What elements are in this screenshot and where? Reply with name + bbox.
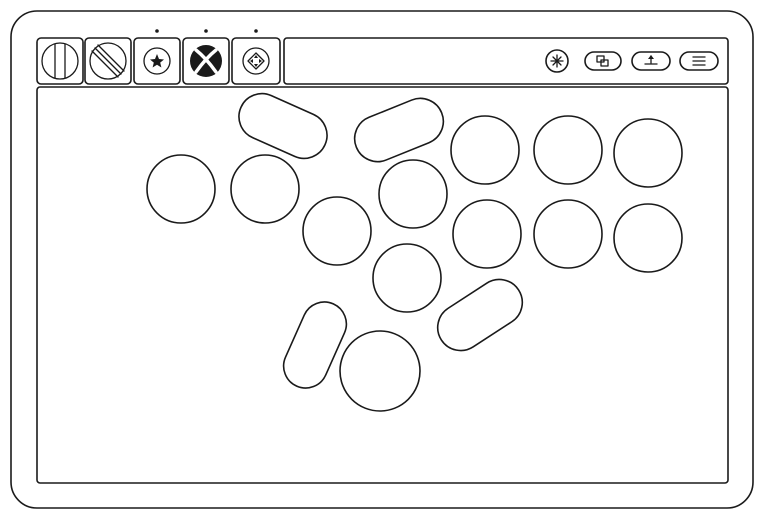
share-button[interactable]	[631, 51, 671, 71]
turbo-button[interactable]	[545, 49, 569, 73]
action-button-top-2[interactable]	[533, 115, 603, 185]
xbox-logo-icon	[190, 45, 222, 77]
profile-star-button[interactable]	[133, 37, 181, 85]
indicator-led	[204, 29, 208, 33]
xbox-guide-button[interactable]	[182, 37, 230, 85]
down-button[interactable]	[230, 154, 300, 224]
view-button[interactable]	[584, 51, 622, 71]
indicator-led	[254, 29, 258, 33]
action-button-bottom-3[interactable]	[613, 203, 683, 273]
socd-mode-button[interactable]	[231, 37, 281, 85]
turbo-burst-icon	[550, 54, 564, 68]
right-button[interactable]	[302, 196, 372, 266]
action-button-bottom-1[interactable]	[452, 199, 522, 269]
action-button-top-1[interactable]	[450, 115, 520, 185]
action-button-mid-lower[interactable]	[372, 243, 442, 313]
lock-button[interactable]	[84, 37, 132, 85]
arcade-controller-diagram	[10, 10, 754, 509]
menu-button[interactable]	[679, 51, 719, 71]
action-button-mid-upper[interactable]	[378, 159, 448, 229]
left-button[interactable]	[146, 154, 216, 224]
mode-switch-button[interactable]	[36, 37, 84, 85]
indicator-led	[155, 29, 159, 33]
function-buttons-left	[36, 29, 281, 85]
action-button-top-3[interactable]	[613, 118, 683, 188]
action-button-bottom-2[interactable]	[533, 199, 603, 269]
up-button[interactable]	[339, 330, 421, 412]
